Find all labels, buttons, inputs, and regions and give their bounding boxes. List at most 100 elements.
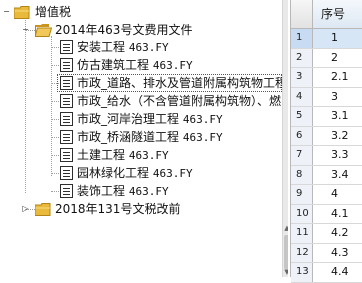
table-cell-seq[interactable]: 3.2 xyxy=(313,127,362,146)
tree-item-label: 市政_给水（不含管道附属构筑物）、燃 xyxy=(77,92,281,110)
tree-item[interactable]: 园林绿化工程 463.FY xyxy=(0,164,280,182)
row-number[interactable]: 12 xyxy=(291,243,313,262)
table-row[interactable]: 10 4.1 xyxy=(291,204,362,224)
table-cell-seq[interactable]: 3 xyxy=(313,88,362,107)
tree-item-label: 园林绿化工程 463.FY xyxy=(77,164,193,183)
tree-item-name: 装饰工程 xyxy=(77,184,126,198)
tree-item-name: 园林绿化工程 xyxy=(77,166,150,180)
row-number[interactable]: 13 xyxy=(291,263,313,282)
row-number[interactable]: 8 xyxy=(291,165,313,184)
tree-item-label: 市政_桥涵隧道工程 463.FY xyxy=(77,128,223,147)
table-row[interactable]: 94 xyxy=(291,185,362,205)
tree-item[interactable]: 市政_桥涵隧道工程 463.FY xyxy=(0,128,280,146)
tree-item-code: 463.FY xyxy=(128,185,169,198)
tree-item-name: 仿古建筑工程 xyxy=(77,58,150,72)
row-number[interactable]: 10 xyxy=(291,204,313,223)
table-cell-seq[interactable]: 4 xyxy=(313,185,362,204)
table-cell-seq[interactable]: 1 xyxy=(313,29,362,48)
data-grid[interactable]: 序号 1 1 2 2 3 2.1 4 3 5 3.1 6 3.2 7 3.3 8 3.4 9 4 10 4.1 11 4.… xyxy=(290,0,362,283)
tree-item-name: 土建工程 xyxy=(77,148,126,162)
row-number[interactable]: 1 xyxy=(291,29,313,48)
table-cell-seq[interactable]: 4.2 xyxy=(313,224,362,243)
tree-connector xyxy=(51,119,59,120)
tree-node-group-2014[interactable]: − 2014年463号文费用文件 xyxy=(0,21,200,39)
tree-connector xyxy=(51,47,59,48)
table-row[interactable]: 11 4.2 xyxy=(291,224,362,244)
tree-node-label: 2014年463号文费用文件 xyxy=(55,23,193,37)
tree-item-label: 市政_河岸治理工程 463.FY xyxy=(77,110,223,129)
table-cell-seq[interactable]: 4.3 xyxy=(313,244,362,263)
row-number[interactable]: 5 xyxy=(291,107,313,126)
tree-item-name: 市政_给水（不含管道附属构筑物）、燃 xyxy=(77,94,282,108)
row-number[interactable]: 7 xyxy=(291,146,313,165)
tree-item[interactable]: 装饰工程 463.FY xyxy=(0,182,280,200)
tree-item-code: 463.FY xyxy=(128,41,169,54)
document-icon xyxy=(60,58,73,72)
tree-connector xyxy=(51,173,59,174)
tree-node-label: 2018年131号文税改前 xyxy=(55,202,181,216)
tree-connector xyxy=(51,101,59,102)
collapse-icon[interactable]: − xyxy=(21,25,30,34)
scroll-down-icon[interactable]: ▼ xyxy=(283,268,288,276)
table-row[interactable]: 11 xyxy=(291,29,362,49)
tree-item-name: 市政_河岸治理工程 xyxy=(77,112,180,126)
table-cell-seq[interactable]: 2.1 xyxy=(313,68,362,87)
row-number[interactable]: 6 xyxy=(291,126,313,145)
table-row[interactable]: 13 4.4 xyxy=(291,263,362,283)
document-icon xyxy=(60,130,73,144)
table-row[interactable]: 6 3.2 xyxy=(291,126,362,146)
tree-item-code: 463.FY xyxy=(152,59,193,72)
document-icon xyxy=(60,184,73,198)
column-header-seq[interactable]: 序号 xyxy=(313,0,362,29)
tree-node-root[interactable]: − 增值税 xyxy=(0,3,120,21)
document-icon xyxy=(60,112,73,126)
tree-item-label: 装饰工程 463.FY xyxy=(77,182,169,201)
table-row[interactable]: 22 xyxy=(291,48,362,68)
tree-node-label: 增值税 xyxy=(35,5,72,19)
tree-item[interactable]: 土建工程 463.FY xyxy=(0,146,280,164)
document-icon xyxy=(60,40,73,54)
tree-item[interactable]: 市政_给水（不含管道附属构筑物）、燃 xyxy=(0,92,282,110)
tree-item-label: 市政_道路、排水及管道附属构筑物工程 xyxy=(77,74,287,92)
document-icon xyxy=(60,148,73,162)
tree-scrollbar[interactable]: ▲ ▼ xyxy=(282,0,288,277)
file-tree-panel[interactable]: − 增值税 − 2014年463号文费用文件 安装工程 463.FY 仿古建筑工… xyxy=(0,0,288,277)
tree-item-selected[interactable]: 市政_道路、排水及管道附属构筑物工程 xyxy=(0,74,287,92)
table-cell-seq[interactable]: 3.1 xyxy=(313,107,362,126)
grid-corner xyxy=(291,0,313,29)
scroll-up-icon[interactable]: ▲ xyxy=(283,224,288,232)
scroll-thumb[interactable] xyxy=(284,235,288,269)
table-row[interactable]: 8 3.4 xyxy=(291,165,362,185)
expand-icon[interactable]: ▷ xyxy=(21,204,30,213)
table-cell-seq[interactable]: 2 xyxy=(313,49,362,68)
document-icon xyxy=(60,94,73,108)
tree-connector xyxy=(51,155,59,156)
tree-item[interactable]: 仿古建筑工程 463.FY xyxy=(0,56,280,74)
table-row[interactable]: 3 2.1 xyxy=(291,68,362,88)
table-row[interactable]: 7 3.3 xyxy=(291,146,362,166)
collapse-icon[interactable]: − xyxy=(2,7,11,16)
tree-item-name: 市政_桥涵隧道工程 xyxy=(77,130,180,144)
row-number[interactable]: 3 xyxy=(291,68,313,87)
table-row[interactable]: 5 3.1 xyxy=(291,107,362,127)
table-row[interactable]: 12 4.3 xyxy=(291,243,362,263)
tree-item[interactable]: 市政_河岸治理工程 463.FY xyxy=(0,110,280,128)
row-number[interactable]: 9 xyxy=(291,185,313,204)
folder-open-icon xyxy=(34,24,53,37)
folder-icon xyxy=(34,203,51,216)
table-cell-seq[interactable]: 3.4 xyxy=(313,166,362,185)
document-icon xyxy=(60,76,73,90)
tree-item[interactable]: 安装工程 463.FY xyxy=(0,38,280,56)
document-icon xyxy=(60,166,73,180)
row-number[interactable]: 4 xyxy=(291,87,313,106)
tree-node-group-2018[interactable]: ▷ 2018年131号文税改前 xyxy=(0,200,200,218)
table-cell-seq[interactable]: 4.4 xyxy=(313,263,362,282)
tree-item-name: 安装工程 xyxy=(77,40,126,54)
table-row[interactable]: 43 xyxy=(291,87,362,107)
tree-connector xyxy=(51,137,59,138)
row-number[interactable]: 11 xyxy=(291,224,313,243)
table-cell-seq[interactable]: 4.1 xyxy=(313,205,362,224)
row-number[interactable]: 2 xyxy=(291,48,313,67)
tree-item-label: 仿古建筑工程 463.FY xyxy=(77,56,193,75)
table-cell-seq[interactable]: 3.3 xyxy=(313,146,362,165)
